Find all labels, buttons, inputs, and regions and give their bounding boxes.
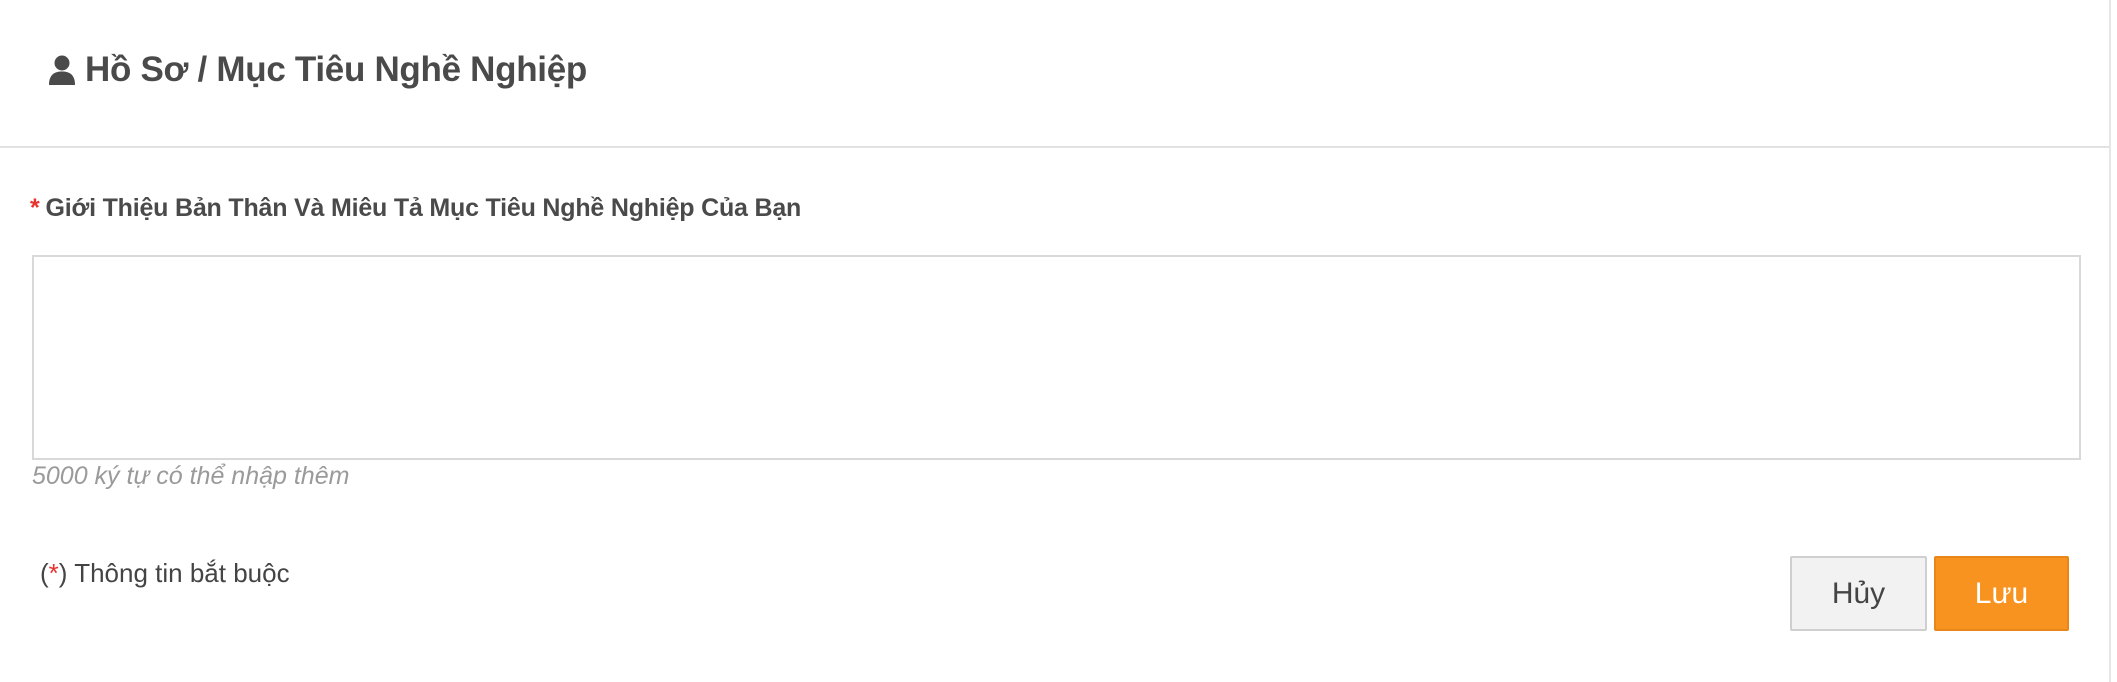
objective-textarea[interactable] — [32, 255, 2081, 460]
panel-header: Hồ Sơ / Mục Tiêu Nghề Nghiệp — [0, 0, 2109, 148]
note-open-paren: ( — [40, 558, 49, 588]
required-info-note: (*) Thông tin bắt buộc — [40, 558, 290, 589]
character-counter: 5000 ký tự có thể nhập thêm — [32, 462, 350, 490]
note-text: ) Thông tin bắt buộc — [58, 558, 290, 588]
career-objective-panel: Hồ Sơ / Mục Tiêu Nghề Nghiệp * Giới Thiệu… — [0, 0, 2111, 682]
required-asterisk: * — [30, 194, 40, 222]
page-title-text: Hồ Sơ / Mục Tiêu Nghề Nghiệp — [85, 50, 587, 89]
user-icon — [49, 55, 75, 85]
page-title: Hồ Sơ / Mục Tiêu Nghề Nghiệp — [49, 50, 587, 90]
note-required-asterisk: * — [48, 558, 59, 588]
objective-field-label: * Giới Thiệu Bản Thân Và Miêu Tả Mục Tiêu… — [30, 194, 801, 223]
save-button[interactable]: Lưu — [1934, 556, 2069, 631]
objective-label-text: Giới Thiệu Bản Thân Và Miêu Tả Mục Tiêu … — [45, 194, 802, 222]
cancel-button[interactable]: Hủy — [1790, 556, 1927, 631]
